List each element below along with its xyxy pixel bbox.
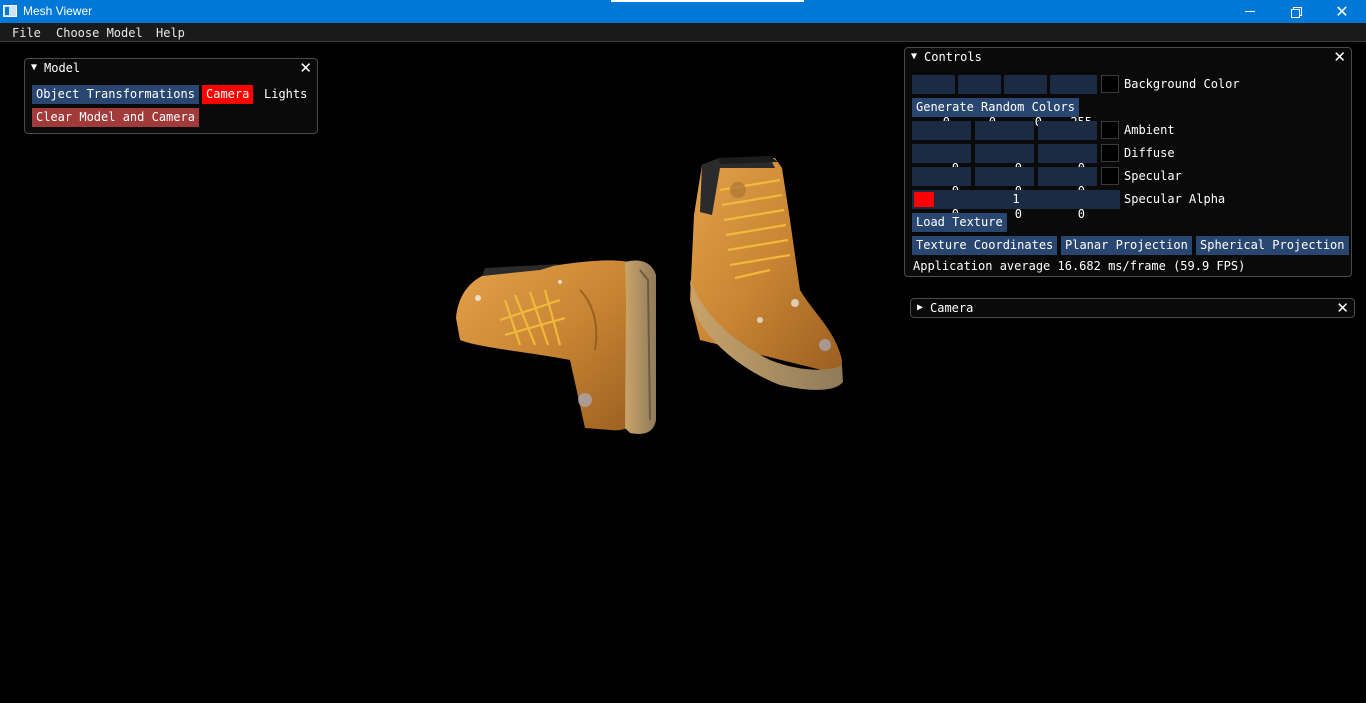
clear-model-camera-button[interactable]: Clear Model and Camera	[32, 108, 199, 127]
specular-r-field[interactable]: R: 0	[912, 167, 971, 221]
title-bar: Mesh Viewer ✕	[0, 0, 1366, 23]
controls-panel-title: Controls	[924, 50, 982, 64]
specular-label: Specular	[1124, 169, 1182, 183]
close-window-button[interactable]: ✕	[1319, 0, 1365, 23]
bg-a-field[interactable]: A: 255	[1050, 75, 1097, 129]
camera-panel-header[interactable]: ▶ Camera ✕	[911, 299, 1354, 318]
generate-random-colors-button[interactable]: Generate Random Colors	[912, 98, 1079, 117]
camera-panel: ▶ Camera ✕	[910, 298, 1355, 318]
fps-stats: Application average 16.682 ms/frame (59.…	[913, 259, 1246, 273]
ambient-r-field[interactable]: R: 0	[912, 121, 971, 175]
diffuse-g-field[interactable]: G: 0	[975, 144, 1034, 198]
close-icon: ✕	[1335, 1, 1349, 21]
triangle-down-icon[interactable]: ▼	[911, 51, 917, 62]
triangle-right-icon[interactable]: ▶	[917, 302, 923, 313]
window-title: Mesh Viewer	[23, 4, 93, 18]
diffuse-r-field[interactable]: R: 0	[912, 144, 971, 198]
close-icon[interactable]: ✕	[1336, 299, 1349, 317]
menu-help[interactable]: Help	[156, 26, 185, 40]
diffuse-b-field[interactable]: B: 0	[1038, 144, 1097, 198]
load-texture-button[interactable]: Load Texture	[912, 213, 1007, 232]
bg-color-swatch[interactable]	[1101, 75, 1119, 93]
diffuse-color-swatch[interactable]	[1101, 144, 1119, 162]
texture-coordinates-button[interactable]: Texture Coordinates	[912, 236, 1058, 255]
spherical-projection-button[interactable]: Spherical Projection	[1196, 236, 1349, 255]
bg-color-label: Background Color	[1124, 77, 1240, 91]
model-panel-header[interactable]: ▼ Model ✕	[25, 59, 317, 78]
minimize-icon	[1245, 11, 1255, 12]
ambient-g-field[interactable]: G: 0	[975, 121, 1034, 175]
bg-r-field[interactable]: R: 0	[912, 75, 955, 129]
ambient-color-swatch[interactable]	[1101, 121, 1119, 139]
planar-projection-button[interactable]: Planar Projection	[1061, 236, 1192, 255]
menu-file[interactable]: File	[12, 26, 41, 40]
lights-button[interactable]: Lights	[260, 85, 311, 104]
diffuse-label: Diffuse	[1124, 146, 1175, 160]
ambient-b-field[interactable]: B: 0	[1038, 121, 1097, 175]
restore-icon	[1291, 6, 1302, 18]
triangle-down-icon[interactable]: ▼	[31, 62, 37, 73]
menu-bar: File Choose Model Help	[0, 23, 1366, 42]
specular-alpha-value: 1	[1012, 192, 1020, 206]
boot-left-model	[456, 260, 656, 434]
model-panel-title: Model	[44, 61, 81, 75]
ambient-label: Ambient	[1124, 123, 1175, 137]
controls-panel-header[interactable]: ▼ Controls ✕	[905, 48, 1351, 67]
menu-choose-model[interactable]: Choose Model	[56, 26, 143, 40]
boot-right-model	[690, 156, 843, 390]
minimize-button[interactable]	[1227, 0, 1273, 23]
bg-g-field[interactable]: G: 0	[958, 75, 1001, 129]
camera-button[interactable]: Camera	[202, 85, 254, 104]
specular-alpha-slider[interactable]: 1	[912, 190, 1120, 209]
close-icon[interactable]: ✕	[1333, 48, 1346, 66]
model-panel: ▼ Model ✕ Object Transformations Camera …	[24, 58, 318, 134]
restore-button[interactable]	[1273, 0, 1319, 23]
controls-panel: ▼ Controls ✕ R: 0 G: 0 B: 0 A: 255 Backg…	[904, 47, 1352, 277]
app-icon	[3, 5, 17, 17]
specular-g-field[interactable]: G: 0	[975, 167, 1034, 221]
focus-indicator	[611, 0, 804, 2]
bg-b-field[interactable]: B: 0	[1004, 75, 1047, 129]
close-icon[interactable]: ✕	[299, 59, 312, 77]
specular-color-swatch[interactable]	[1101, 167, 1119, 185]
object-transformations-button[interactable]: Object Transformations	[32, 85, 199, 104]
camera-panel-title: Camera	[930, 301, 974, 315]
specular-b-field[interactable]: B: 0	[1038, 167, 1097, 221]
specular-alpha-label: Specular Alpha	[1124, 192, 1226, 206]
